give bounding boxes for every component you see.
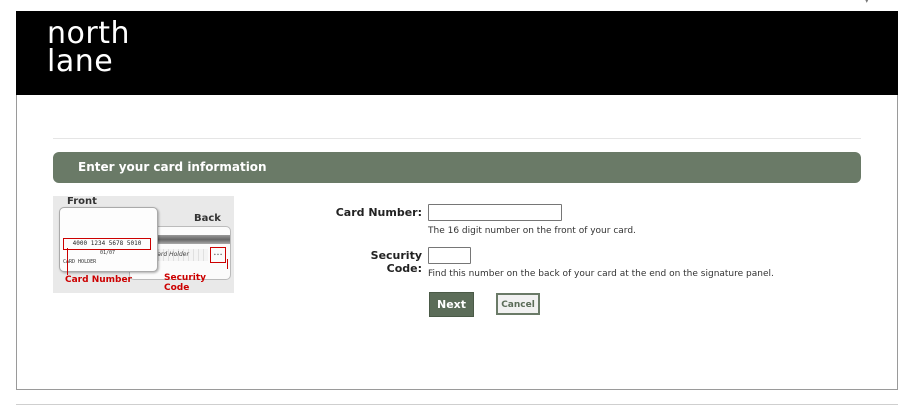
card-number-caption: Card Number (65, 275, 132, 285)
card-illustration: Front Back Card Holder ∙∙∙ 4000 1234 567… (53, 196, 234, 293)
expiry-sample: 01/07 (100, 250, 116, 256)
card-number-pointer (67, 248, 68, 275)
security-code-input[interactable] (428, 247, 471, 264)
security-code-box: ∙∙∙ (210, 247, 226, 263)
security-code-caption: Security Code (164, 273, 207, 293)
brand-logo-line2: lane (47, 44, 114, 79)
front-label: Front (67, 196, 97, 207)
security-code-hint: Find this number on the back of your car… (428, 269, 774, 279)
divider (53, 138, 861, 139)
footer-divider (16, 404, 898, 405)
card-number-label: Card Number: (335, 206, 422, 219)
card-number-hint: The 16 digit number on the front of your… (428, 226, 636, 236)
card-number-input[interactable] (428, 204, 562, 221)
back-label: Back (194, 213, 221, 224)
cancel-button[interactable]: Cancel (496, 293, 540, 315)
security-code-label: Security Code: (370, 249, 422, 275)
brand-logo[interactable]: north lane (47, 19, 130, 79)
corner-mark-icon: ▾ (864, 0, 869, 6)
section-banner: Enter your card information (53, 152, 861, 183)
security-code-pointer (227, 259, 228, 269)
next-button[interactable]: Next (429, 292, 474, 317)
card-number-sample: 4000 1234 5678 5010 (63, 238, 151, 250)
card-front-image: 4000 1234 5678 5010 01/07 CARD HOLDER (59, 207, 158, 272)
section-title: Enter your card information (78, 160, 267, 174)
card-form-panel: Enter your card information Front Back C… (16, 95, 898, 390)
top-strip (0, 0, 924, 11)
site-header: north lane (16, 11, 898, 95)
